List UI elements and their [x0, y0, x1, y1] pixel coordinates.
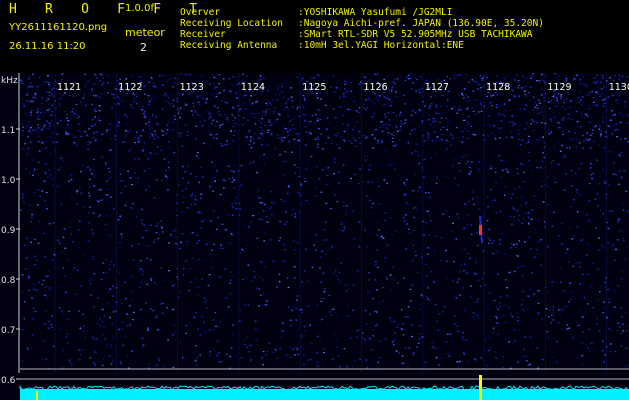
header-panel: H R O F F T 1.0.0f YY2611161120.png 26.1…: [0, 0, 629, 73]
y-tick-label: 1.0: [1, 176, 16, 186]
info-value-receiver: :SMart RTL-SDR V5 52.905MHz USB TACHIKAW…: [298, 29, 533, 40]
info-value-location: :Nagoya Aichi-pref. JAPAN (136.90E, 35.2…: [298, 18, 544, 29]
version-label: 1.0.0f: [125, 3, 154, 14]
meteor-marker: [479, 375, 482, 400]
y-tick-label: 0.8: [1, 276, 16, 286]
filename-label: YY2611161120.png: [9, 22, 108, 33]
spectrogram-panel: kHz 1.1 1.0 0.9 0.8 0.7 0.6 1121 1122 1123 1124 11…: [0, 73, 629, 400]
info-label-receiver: Receiver: [180, 29, 226, 40]
time-tick-label: 1128: [486, 82, 510, 93]
level-trace-fill: [20, 389, 629, 400]
info-label-location: Receiving Location: [180, 18, 283, 29]
meteor-label: meteor: [125, 26, 165, 39]
y-axis-unit: kHz: [1, 76, 18, 86]
y-tick-label: 0.6: [1, 376, 16, 386]
spectrogram: kHz 1.1 1.0 0.9 0.8 0.7 0.6 1121 1122 1123 1124 11…: [0, 73, 629, 400]
meteor-marker: [36, 391, 38, 400]
time-tick-label: 1124: [241, 82, 265, 93]
time-tick-label: 1122: [118, 82, 142, 93]
timestamp-label: 26.11.16 11:20: [9, 41, 86, 52]
app-title: H R O F F T: [9, 2, 208, 17]
time-tick-label: 1129: [547, 82, 571, 93]
time-tick-label: 1123: [180, 82, 204, 93]
time-tick-label: 1130: [609, 82, 629, 93]
y-tick-label: 0.9: [1, 226, 16, 236]
time-tick-label: 1127: [425, 82, 449, 93]
info-value-antenna: :10mH 3el.YAGI Horizontal:ENE: [298, 40, 464, 51]
time-tick-label: 1121: [57, 82, 81, 93]
meteor-echo: [479, 225, 482, 235]
info-label-observer: Overver: [180, 7, 221, 18]
info-value-observer: :YOSHIKAWA Yasufumi /JG2MLI: [298, 7, 453, 18]
y-tick-label: 1.1: [1, 126, 15, 136]
time-tick-label: 1126: [364, 82, 388, 93]
meteor-count: 2: [140, 41, 147, 54]
time-tick-label: 1125: [302, 82, 326, 93]
info-label-antenna: Receiving Antenna: [180, 40, 278, 51]
spectrogram-background: [0, 73, 629, 400]
y-tick-label: 0.7: [1, 326, 15, 336]
